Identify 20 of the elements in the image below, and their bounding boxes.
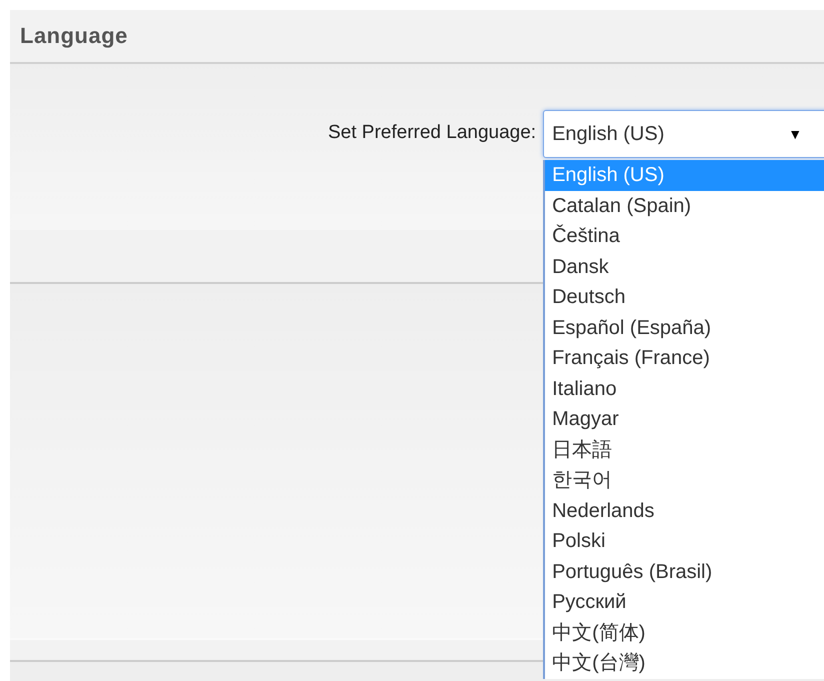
language-option[interactable]: 한국어	[545, 465, 824, 496]
language-select[interactable]: English (US) ▼	[543, 110, 824, 158]
field-label: Set Preferred Language:	[328, 122, 536, 144]
language-option[interactable]: 中文(简体)	[545, 618, 824, 648]
language-option[interactable]: Dansk	[545, 252, 824, 282]
language-option[interactable]: Magyar	[545, 404, 824, 434]
language-option[interactable]: 日本語	[545, 434, 824, 465]
language-option[interactable]: Čeština	[545, 221, 824, 252]
language-option[interactable]: Italiano	[545, 374, 824, 404]
caret-icon: ▼	[788, 126, 802, 142]
language-option[interactable]: Français (France)	[545, 343, 824, 374]
language-option[interactable]: Deutsch	[545, 282, 824, 312]
language-option[interactable]: Polski	[545, 526, 824, 556]
section-title: Language	[20, 23, 128, 49]
language-option[interactable]: 中文(台灣)	[545, 648, 824, 678]
language-option[interactable]: Catalan (Spain)	[545, 190, 824, 221]
language-option[interactable]: Nederlands	[545, 496, 824, 526]
language-option[interactable]: Русский	[545, 587, 824, 618]
language-option[interactable]: Español (España)	[545, 312, 824, 343]
language-option[interactable]: Português (Brasil)	[545, 556, 824, 587]
